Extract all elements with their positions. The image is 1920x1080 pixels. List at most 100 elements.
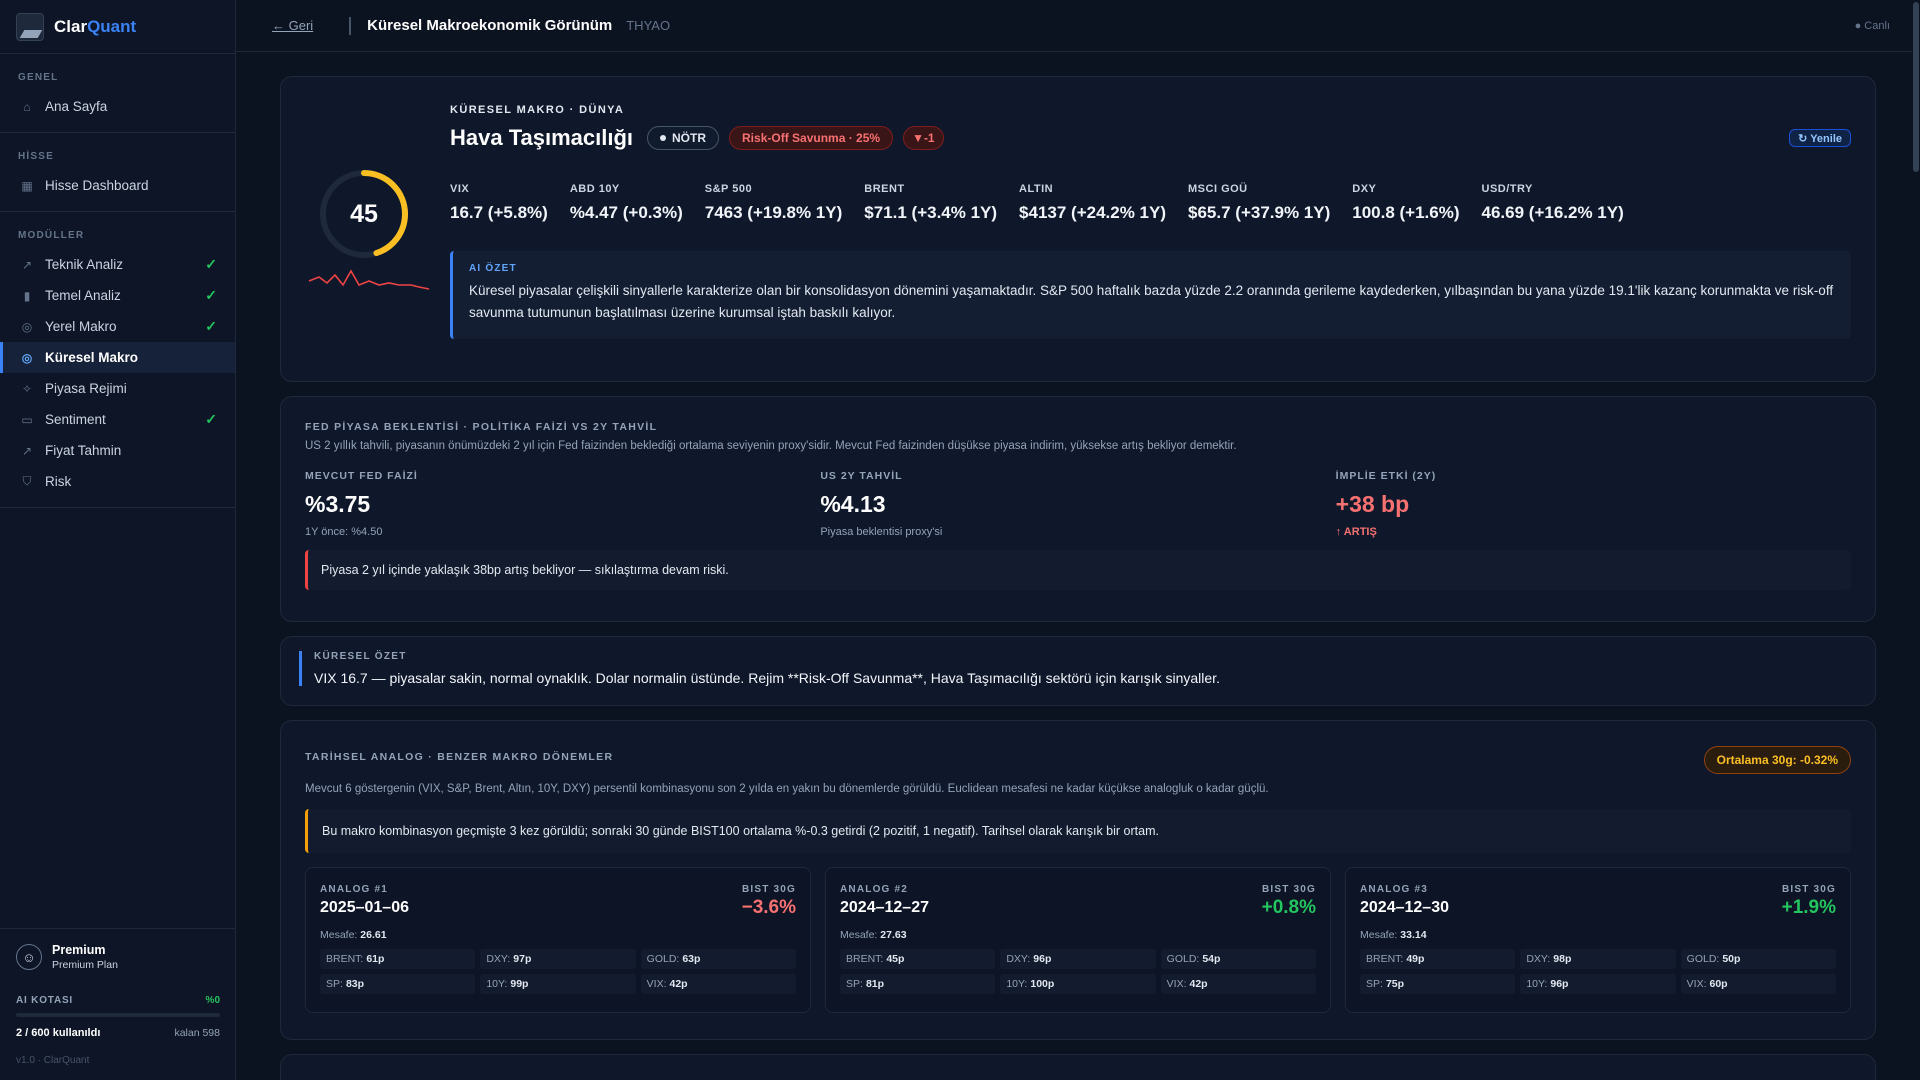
hero-title-row: Hava Taşımacılığı NÖTR Risk-Off Savunma … — [450, 125, 1851, 151]
version-label: v1.0 · ClarQuant — [16, 1055, 90, 1066]
back-link[interactable]: ← Geri — [272, 18, 313, 33]
percentile-chip: BRENT: 49p — [1360, 949, 1516, 969]
analog-distance-value: 26.61 — [360, 929, 387, 941]
refresh-button[interactable]: ↻ Yenile — [1789, 129, 1851, 147]
analog-return-label: BIST 30G — [1261, 884, 1316, 895]
analog-date: 2024–12–27 — [840, 899, 929, 916]
ticker-symbol: THYAO — [626, 18, 671, 33]
sidebar-section: GENEL ⌂ Ana Sayfa — [0, 54, 235, 133]
topbar: ← Geri Küresel Makroekonomik Görünüm THY… — [236, 0, 1920, 52]
divider — [349, 16, 352, 35]
neutral-badge: NÖTR — [647, 126, 720, 150]
bar-chart-icon: ▮ — [23, 288, 31, 303]
sidebar-item[interactable]: ⌂ Ana Sayfa — [0, 91, 235, 122]
sidebar: ClarQuant GENEL ⌂ Ana Sayfa HİSSE ▦ Hisse Das… — [0, 0, 236, 1080]
quota-header: AI KOTASI %0 — [16, 995, 220, 1006]
brand[interactable]: ClarQuant — [0, 0, 235, 54]
delta-badge: ▼-1 — [903, 126, 944, 150]
shield-icon: ⛉ — [22, 474, 32, 488]
percentile-chip: SP: 83p — [320, 974, 476, 994]
metric-label: ABD 10Y — [569, 183, 620, 195]
chip-value: 97p — [513, 953, 532, 965]
analog-header: ANALOG #2 2024–12–27 BIST 30G +0.8% — [840, 884, 1316, 919]
analog-card: ANALOG #3 2024–12–30 BIST 30G +1.9% Mesafe: … — [1345, 867, 1851, 1013]
sidebar-item-label: Küresel Makro — [45, 350, 139, 365]
analog-return-value: +1.9% — [1781, 897, 1836, 918]
trend-icon: ↗ — [21, 257, 33, 272]
quota-progress-bar — [16, 1013, 220, 1017]
scrollbar[interactable] — [1912, 0, 1920, 1080]
analog-label: ANALOG #1 — [320, 884, 389, 895]
analog-distance-label: Mesafe: — [1360, 929, 1398, 941]
chip-value: 96p — [1033, 953, 1052, 965]
sidebar-item[interactable]: ▦ Hisse Dashboard — [0, 170, 235, 201]
analog-percentiles: BRENT: 49p DXY: 98p GOLD: 50p SP: 75p 10Y: 96p VIX… — [1360, 949, 1836, 994]
chip-label: DXY: — [1526, 953, 1551, 965]
chip-value: 60p — [1709, 978, 1728, 990]
logo-icon — [16, 12, 44, 41]
sidebar-item[interactable]: ▭ Sentiment ✓ — [0, 404, 235, 435]
sidebar-item-label: Yerel Makro — [45, 319, 117, 334]
fed-metric-sub: 1Y önce: %4.50 — [305, 526, 383, 538]
metric-item: USD/TRY 46.69 (+16.2% 1Y) — [1482, 183, 1624, 223]
metric-item: VIX 16.7 (+5.8%) — [450, 183, 548, 223]
dot-icon — [660, 135, 667, 141]
analog-description: Mevcut 6 göstergenin (VIX, S&P, Brent, A… — [305, 783, 1269, 795]
percentile-chip: VIX: 42p — [1160, 974, 1316, 994]
metric-item: S&P 500 7463 (+19.8% 1Y) — [705, 183, 843, 223]
sidebar-section-label: GENEL — [18, 72, 59, 83]
metric-label: DXY — [1352, 183, 1377, 195]
metric-item: MSCI GOÜ $65.7 (+37.9% 1Y) — [1188, 183, 1330, 223]
sidebar-item[interactable]: ⛉ Risk — [0, 466, 235, 497]
chip-label: 10Y: — [1006, 978, 1028, 990]
metric-label: S&P 500 — [704, 183, 753, 195]
user-profile[interactable]: ☺ Premium Premium Plan — [16, 943, 220, 971]
sidebar-section-label: HİSSE — [18, 151, 55, 162]
analog-list: ANALOG #1 2025–01–06 BIST 30G −3.6% Mesafe: … — [305, 867, 1851, 1013]
analog-distance: Mesafe: 33.14 — [1360, 929, 1836, 941]
metric-value: $65.7 (+37.9% 1Y) — [1188, 203, 1331, 222]
sidebar-item[interactable]: ✧ Piyasa Rejimi — [0, 373, 235, 404]
fed-metric-label: İMPLİE ETKİ (2Y) — [1335, 470, 1437, 482]
sparkline — [308, 269, 430, 290]
metric-value: $71.1 (+3.4% 1Y) — [864, 203, 998, 222]
check-icon: ✓ — [205, 318, 217, 334]
chip-label: GOLD: — [1686, 953, 1720, 965]
chip-value: 96p — [1550, 978, 1569, 990]
chip-label: VIX: — [646, 978, 667, 990]
metric-item: BRENT $71.1 (+3.4% 1Y) — [864, 183, 997, 223]
chip-value: 54p — [1202, 953, 1221, 965]
sidebar-item[interactable]: ↗ Fiyat Tahmin — [0, 435, 235, 466]
sidebar-item[interactable]: ▮ Temel Analiz ✓ — [0, 280, 235, 311]
trend-icon: ↗ — [21, 443, 33, 458]
percentile-chip: VIX: 60p — [1680, 974, 1836, 994]
sidebar-item-label: Fiyat Tahmin — [45, 443, 122, 458]
analog-return-value: −3.6% — [741, 897, 796, 918]
chip-label: VIX: — [1166, 978, 1187, 990]
sidebar-item[interactable]: ◎ Yerel Makro ✓ — [0, 311, 235, 342]
chip-value: 45p — [886, 953, 905, 965]
chat-icon: ▭ — [21, 412, 33, 427]
sidebar-item-label: Temel Analiz — [45, 288, 121, 303]
chip-label: SP: — [326, 978, 343, 990]
ai-summary-text: Küresel piyasalar çelişkili sinyallerle … — [469, 283, 1834, 320]
chip-value: 49p — [1406, 953, 1425, 965]
grid-icon: ▦ — [21, 178, 33, 193]
analog-return-value: +0.8% — [1261, 897, 1316, 918]
analog-header: ANALOG #1 2025–01–06 BIST 30G −3.6% — [320, 884, 796, 919]
scrollbar-thumb[interactable] — [1913, 2, 1919, 172]
metric-value: 46.69 (+16.2% 1Y) — [1481, 203, 1624, 222]
analog-label: ANALOG #3 — [1360, 884, 1429, 895]
sidebar-item[interactable]: ↗ Teknik Analiz ✓ — [0, 249, 235, 280]
percentile-chip: DXY: 96p — [1000, 949, 1156, 969]
globe-icon: ◎ — [21, 350, 33, 365]
quota-used: 2 / 600 kullanıldı — [16, 1027, 101, 1039]
fed-metric: İMPLİE ETKİ (2Y) +38 bp ↑ ARTIŞ — [1336, 470, 1851, 538]
chip-label: DXY: — [1006, 953, 1031, 965]
metric-value: 16.7 (+5.8%) — [450, 203, 548, 222]
user-plan: Premium Plan — [52, 959, 118, 971]
sidebar-item-label: Ana Sayfa — [45, 99, 108, 114]
sidebar-item[interactable]: ◎ Küresel Makro — [0, 342, 235, 373]
analog-kicker: TARİHSEL ANALOG · BENZER MAKRO DÖNEMLER — [305, 751, 614, 763]
page-title: Küresel Makroekonomik Görünüm — [367, 17, 613, 34]
